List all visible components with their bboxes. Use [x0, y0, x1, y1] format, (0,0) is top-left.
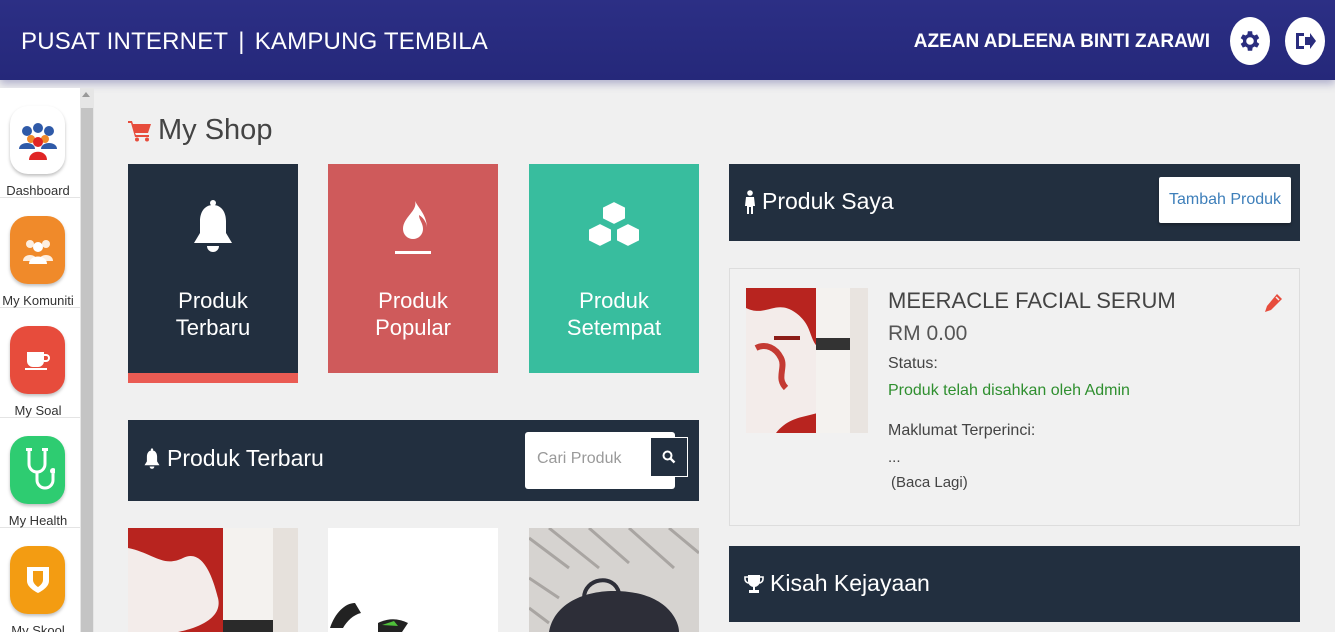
sidebar-item-label: My Soal: [14, 403, 62, 418]
sidebar-item-my-skool[interactable]: My Skool: [0, 528, 80, 632]
product-name: MEERACLE FACIAL SERUM: [888, 288, 1176, 313]
serum-product-thumb[interactable]: [128, 528, 298, 632]
location-name: KAMPUNG TEMBILA: [254, 28, 488, 55]
sign-out-icon: [1296, 33, 1316, 49]
product-detail: ...: [888, 449, 901, 466]
shoes-product-thumb[interactable]: [328, 528, 498, 632]
tile-produk-terbaru[interactable]: Produk Terbaru: [128, 164, 298, 373]
sidebar-item-dashboard[interactable]: Dashboard: [0, 88, 80, 198]
app-name: PUSAT INTERNET: [21, 28, 229, 55]
stethoscope-icon: [10, 436, 65, 504]
tile-label: Produk Terbaru: [175, 288, 251, 340]
page-title: My Shop: [128, 114, 272, 147]
product-image[interactable]: [746, 288, 868, 433]
male-icon: [745, 189, 755, 214]
user-name[interactable]: AZEAN ADLEENA BINTI ZARAWI: [914, 31, 1210, 53]
sidebar-item-my-komuniti[interactable]: My Komuniti: [0, 198, 80, 308]
search-button[interactable]: [650, 437, 688, 477]
settings-button[interactable]: [1230, 17, 1270, 65]
brand-separator: |: [238, 28, 245, 55]
tile-label: Produk Setempat: [566, 288, 662, 340]
bell-icon: [144, 447, 160, 469]
scroll-up-arrow-icon[interactable]: [82, 92, 90, 97]
product-status-label: Status:: [888, 355, 938, 372]
panel-title: Kisah Kejayaan: [744, 570, 930, 597]
product-status: Produk telah disahkan oleh Admin: [888, 382, 1130, 399]
cubes-icon: [587, 199, 641, 249]
shield-icon: [10, 546, 65, 614]
active-tile-indicator: [128, 373, 298, 383]
community-icon: [10, 216, 65, 284]
sidebar-item-label: My Skool: [11, 623, 65, 632]
page-title-text: My Shop: [158, 114, 273, 146]
fire-icon: [395, 201, 431, 254]
tambah-produk-button[interactable]: Tambah Produk: [1159, 177, 1291, 223]
product-card: MEERACLE FACIAL SERUM RM 0.00 Status: Pr…: [729, 268, 1300, 526]
sidebar-item-label: My Komuniti: [2, 293, 74, 308]
read-more-link[interactable]: (Baca Lagi): [891, 474, 968, 491]
people-group-icon: [10, 106, 65, 174]
search-input[interactable]: [537, 450, 647, 468]
produk-terbaru-header: Produk Terbaru: [128, 420, 699, 501]
sidebar-item-my-health[interactable]: My Health: [0, 418, 80, 528]
logout-button[interactable]: [1285, 17, 1325, 65]
coffee-cup-icon: [10, 326, 65, 394]
pencil-icon: [1265, 294, 1282, 312]
tile-produk-setempat[interactable]: Produk Setempat: [529, 164, 699, 373]
panel-title-text: Produk Terbaru: [167, 445, 324, 471]
trophy-icon: [744, 574, 764, 593]
panel-title: Produk Saya: [744, 188, 894, 215]
sidebar: Dashboard My Komuniti My Soal My Health …: [0, 88, 80, 632]
bell-icon: [194, 200, 232, 252]
product-price: RM 0.00: [888, 322, 968, 345]
edit-product-button[interactable]: [1263, 293, 1283, 318]
bag-product-thumb[interactable]: [529, 528, 699, 632]
shopping-cart-icon: [128, 120, 151, 141]
tile-label: Produk Popular: [375, 288, 451, 340]
tile-produk-popular[interactable]: Produk Popular: [328, 164, 498, 373]
top-navbar: PUSAT INTERNET | KAMPUNG TEMBILA AZEAN ADL…: [0, 0, 1335, 80]
sidebar-item-my-soal[interactable]: My Soal: [0, 308, 80, 418]
sidebar-item-label: Dashboard: [6, 183, 70, 198]
search-icon: [662, 450, 676, 464]
brand-title[interactable]: PUSAT INTERNET | KAMPUNG TEMBILA: [21, 28, 488, 56]
product-detail-label: Maklumat Terperinci:: [888, 422, 1036, 439]
sidebar-scrollbar-thumb[interactable]: [81, 108, 93, 632]
produk-saya-header: Produk Saya Tambah Produk: [729, 164, 1300, 241]
panel-title-text: Produk Saya: [762, 188, 894, 214]
gear-icon: [1240, 31, 1260, 51]
kisah-kejayaan-header: Kisah Kejayaan: [729, 546, 1300, 622]
panel-title-text: Kisah Kejayaan: [770, 570, 930, 596]
sidebar-item-label: My Health: [8, 513, 68, 528]
panel-title: Produk Terbaru: [143, 445, 324, 472]
